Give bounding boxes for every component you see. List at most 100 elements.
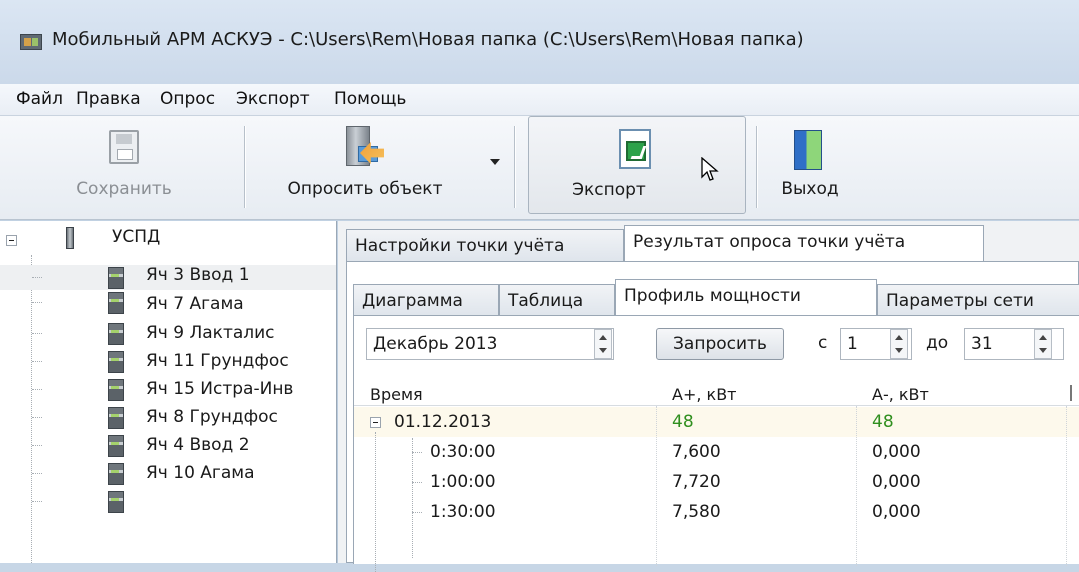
- menu-file[interactable]: Файл: [16, 89, 63, 109]
- grid-header: Время А+, кВт А-, кВт: [354, 380, 1079, 406]
- tab-label: Профиль мощности: [624, 286, 801, 306]
- table-row[interactable]: 1:00:00 7,720 0,000: [354, 467, 1079, 497]
- tree-item-label: Яч 4 Ввод 2: [146, 435, 250, 455]
- table-row[interactable]: 1:30:00 7,580 0,000: [354, 497, 1079, 527]
- exit-button-label: Выход: [781, 179, 839, 199]
- poll-object-button[interactable]: Опросить объект: [254, 116, 516, 220]
- tree-item[interactable]: [0, 489, 336, 514]
- tab-label: Настройки точки учёта: [355, 236, 565, 256]
- tree-item[interactable]: Яч 9 Лакталис: [0, 321, 336, 346]
- chevron-down-icon[interactable]: [490, 159, 500, 165]
- tab-table[interactable]: Таблица: [499, 284, 615, 316]
- title-bar: Мобильный АРМ АСКУЭ - C:\Users\Rem\Новая…: [0, 0, 1079, 84]
- cell-time: 1:30:00: [430, 502, 496, 522]
- tab-label: Параметры сети: [886, 291, 1034, 311]
- group-date: 01.12.2013: [394, 412, 492, 432]
- tree-item[interactable]: Яч 3 Ввод 1: [0, 265, 336, 290]
- tab-label: Таблица: [508, 291, 584, 311]
- month-value: Декабрь 2013: [373, 334, 498, 354]
- toolbar: Сохранить Опросить объект Экспорт Выход: [0, 116, 1079, 220]
- to-day-spin-icon[interactable]: [1034, 329, 1052, 359]
- month-selector[interactable]: Декабрь 2013: [366, 328, 614, 360]
- toolbar-separator: [514, 126, 515, 208]
- column-header-time[interactable]: Время: [370, 385, 423, 404]
- tree-item[interactable]: Яч 4 Ввод 2: [0, 433, 336, 458]
- group-a-plus: 48: [672, 412, 694, 432]
- meter-cell-icon: [106, 463, 124, 485]
- table-row-group[interactable]: 01.12.2013 48 48: [354, 407, 1079, 437]
- tab-label: Диаграмма: [362, 291, 463, 311]
- poll-object-label: Опросить объект: [287, 179, 443, 199]
- tree-item-label: Яч 9 Лакталис: [146, 323, 275, 343]
- menu-export[interactable]: Экспорт: [236, 89, 310, 109]
- tree-item[interactable]: Яч 10 Агама: [0, 461, 336, 486]
- column-gridline: [656, 406, 657, 566]
- cell-a-plus: 7,600: [672, 442, 721, 462]
- server-poll-icon: [346, 126, 384, 168]
- month-spin-icon[interactable]: [594, 329, 612, 359]
- tree-root-label[interactable]: УСПД: [112, 227, 160, 247]
- column-gridline: [856, 406, 857, 566]
- collapse-icon[interactable]: [6, 235, 17, 246]
- cell-time: 1:00:00: [430, 472, 496, 492]
- power-profile-panel: Декабрь 2013 Запросить с 1 до 31 Время А…: [353, 315, 1079, 572]
- column-divider: [1070, 385, 1072, 401]
- save-button[interactable]: Сохранить: [40, 116, 208, 220]
- tab-diagram[interactable]: Диаграмма: [353, 284, 499, 316]
- tab-network-params[interactable]: Параметры сети: [877, 284, 1079, 316]
- from-label: с: [818, 333, 828, 353]
- tab-label: Результат опроса точки учёта: [633, 232, 906, 252]
- tree-item[interactable]: Яч 15 Истра-Инв: [0, 377, 336, 402]
- export-button[interactable]: Экспорт: [528, 116, 746, 214]
- menu-bar: Файл Правка Опрос Экспорт Помощь: [0, 84, 1079, 116]
- to-day-value: 31: [971, 334, 993, 354]
- exit-door-icon: [794, 130, 822, 170]
- menu-edit[interactable]: Правка: [76, 89, 141, 109]
- column-header-a-minus[interactable]: А-, кВт: [872, 385, 929, 404]
- export-document-icon: [619, 129, 651, 169]
- tree-item-label: Яч 11 Грундфос: [146, 351, 289, 371]
- tree-item-label: Яч 10 Агама: [146, 463, 255, 483]
- meter-cell-icon: [106, 351, 124, 373]
- menu-help[interactable]: Помощь: [334, 89, 406, 109]
- meter-cell-icon: [106, 407, 124, 429]
- from-day-spin-icon[interactable]: [890, 329, 908, 359]
- tab-poll-result[interactable]: Результат опроса точки учёта: [624, 225, 984, 261]
- to-label: до: [926, 333, 949, 353]
- column-header-a-plus[interactable]: А+, кВт: [672, 385, 736, 404]
- tree-item[interactable]: Яч 8 Грундфос: [0, 405, 336, 430]
- from-day-value: 1: [847, 334, 858, 354]
- request-button-label: Запросить: [673, 334, 767, 354]
- save-button-label: Сохранить: [76, 179, 172, 199]
- window-title: Мобильный АРМ АСКУЭ - C:\Users\Rem\Новая…: [52, 29, 804, 50]
- tree-item-label: Яч 15 Истра-Инв: [146, 379, 294, 399]
- column-gridline: [1066, 406, 1067, 566]
- mouse-cursor-icon: [701, 157, 719, 181]
- cell-a-plus: 7,720: [672, 472, 721, 492]
- cell-a-minus: 0,000: [872, 442, 921, 462]
- collapse-icon[interactable]: [370, 417, 381, 428]
- tab-power-profile[interactable]: Профиль мощности: [615, 279, 877, 315]
- tree-item-label: Яч 8 Грундфос: [146, 407, 278, 427]
- device-tree[interactable]: УСПД Яч 3 Ввод 1 Яч 7 Агама Яч 9 Лактали…: [0, 221, 337, 563]
- cell-time: 0:30:00: [430, 442, 496, 462]
- menu-poll[interactable]: Опрос: [160, 89, 215, 109]
- meter-cell-icon: [106, 292, 124, 314]
- tree-item-label: Яч 3 Ввод 1: [146, 265, 250, 285]
- exit-button[interactable]: Выход: [764, 116, 856, 220]
- group-a-minus: 48: [872, 412, 894, 432]
- uspd-device-icon: [66, 227, 74, 249]
- tab-point-settings[interactable]: Настройки точки учёта: [346, 229, 624, 261]
- meter-cell-icon: [106, 435, 124, 457]
- toolbar-separator: [244, 126, 245, 208]
- meter-cell-icon: [106, 379, 124, 401]
- tree-item[interactable]: Яч 7 Агама: [0, 290, 336, 315]
- table-row[interactable]: 0:30:00 7,600 0,000: [354, 437, 1079, 467]
- meter-cell-icon: [106, 267, 124, 289]
- cell-a-minus: 0,000: [872, 502, 921, 522]
- meter-cell-icon: [106, 323, 124, 345]
- request-button[interactable]: Запросить: [656, 328, 784, 360]
- tree-item[interactable]: Яч 11 Грундфос: [0, 349, 336, 374]
- app-icon: [20, 34, 42, 50]
- meter-cell-icon: [106, 491, 124, 513]
